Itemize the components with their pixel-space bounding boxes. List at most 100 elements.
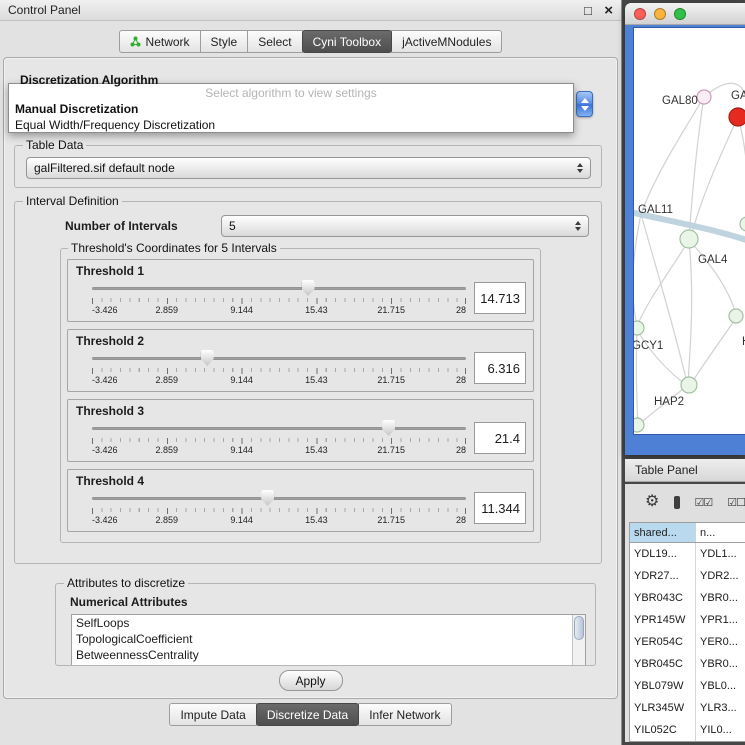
node-table: shared... n... YDL19...YDL1...YDR27...YD… [629,522,745,742]
tab-cyni-toolbox[interactable]: Cyni Toolbox [302,30,392,53]
network-node[interactable] [697,90,711,104]
zoom-traffic-light-icon[interactable] [674,8,686,20]
table-panel-title: Table Panel [635,463,698,477]
network-edge[interactable] [634,214,641,326]
network-edge[interactable] [691,117,738,238]
network-canvas[interactable]: GAL80GAGAL11GAL4GCY1HHAP2 [633,27,745,435]
threshold-box: Threshold 4-3.4262.8599.14415.4321.71528… [67,469,534,532]
network-node[interactable] [634,321,644,335]
list-scrollbar[interactable] [572,615,585,665]
combo-arrows-icon [577,163,583,173]
network-edge[interactable] [738,117,745,208]
clear-checkboxes-icon[interactable]: ☑☐ [727,496,745,509]
table-row[interactable]: YDR27...YDR2... [630,565,745,587]
slider-scale: -3.4262.8599.14415.4321.71528 [92,445,466,455]
algorithm-combo-stepper[interactable] [576,91,593,117]
columns-icon[interactable] [674,496,679,509]
threshold-value-field[interactable]: 11.344 [474,492,526,524]
threshold-slider[interactable]: -3.4262.8599.14415.4321.71528 [90,489,468,526]
threshold-value-field[interactable]: 6.316 [474,352,526,384]
table-header-row: shared... n... [630,523,745,543]
network-node[interactable] [729,309,743,323]
close-icon[interactable]: × [604,2,613,19]
tab-select[interactable]: Select [247,30,302,53]
slider-thumb[interactable] [302,280,315,296]
node-label: HAP2 [654,396,684,408]
network-edge[interactable] [689,240,736,314]
control-panel-titlebar: Control Panel □ × [0,0,621,21]
table-toolbar: ⚙ ☑☑ ☑☐ [625,484,745,520]
slider-track[interactable] [92,357,466,360]
numerical-attributes-list[interactable]: SelfLoopsTopologicalCoefficientBetweenne… [71,614,586,666]
network-node[interactable] [729,108,745,126]
attribute-list-item[interactable]: TopologicalCoefficient [72,631,585,647]
threshold-slider[interactable]: -3.4262.8599.14415.4321.71528 [90,349,468,386]
threshold-value-field[interactable]: 14.713 [474,282,526,314]
attributes-group: Attributes to discretize Numerical Attri… [55,576,596,666]
slider-track[interactable] [92,497,466,500]
tick-label: -3.426 [92,445,118,455]
dropdown-option-equal-width-frequency[interactable]: Equal Width/Frequency Discretization [9,117,573,133]
cell-shared-name: YBR045C [630,653,696,675]
table-row[interactable]: YER054CYER0... [630,631,745,653]
column-header-shared-name[interactable]: shared... [630,523,696,542]
table-row[interactable]: YIL052CYIL0... [630,719,745,741]
scrollbar-thumb[interactable] [574,616,584,640]
interval-definition-group: Interval Definition Number of Intervals … [14,194,602,564]
column-header-name[interactable]: n... [696,523,745,542]
number-of-intervals-combo[interactable]: 5 [221,215,589,237]
cell-shared-name: YBR043C [630,587,696,609]
tab-impute-data[interactable]: Impute Data [169,703,256,726]
network-node[interactable] [634,418,644,432]
float-window-icon[interactable]: □ [584,3,592,18]
network-edge[interactable] [641,97,704,214]
dropdown-option-manual-discretization[interactable]: Manual Discretization [9,101,573,117]
tick-label: 15.43 [305,515,328,525]
slider-thumb[interactable] [201,350,214,366]
tab-style[interactable]: Style [200,30,249,53]
slider-thumb[interactable] [382,420,395,436]
table-row[interactable]: YBR045CYBR0... [630,653,745,675]
tab-label: Select [258,35,291,49]
thresholds-group: Threshold's Coordinates for 5 Intervals … [60,241,541,543]
threshold-slider[interactable]: -3.4262.8599.14415.4321.71528 [90,279,468,316]
table-row[interactable]: YDL19...YDL1... [630,543,745,565]
gear-icon[interactable]: ⚙ [645,494,659,510]
network-edge[interactable] [691,318,736,384]
table-row[interactable]: YPR145WYPR1... [630,609,745,631]
tab-discretize-data[interactable]: Discretize Data [256,703,359,726]
cell-name: YIL0... [696,719,745,741]
tick-label: 28 [456,445,466,455]
cell-shared-name: YER054C [630,631,696,653]
tick-label: -3.426 [92,515,118,525]
table-row[interactable]: YLR345WYLR3... [630,697,745,719]
threshold-value-field[interactable]: 21.4 [474,422,526,454]
tick-label: -3.426 [92,305,118,315]
slider-track[interactable] [92,287,466,290]
apply-button[interactable]: Apply [279,670,343,691]
table-row[interactable]: YBL079WYBL0... [630,675,745,697]
network-edge[interactable] [637,330,686,385]
tab-jactivemnodules[interactable]: jActiveMNodules [391,30,502,53]
minimize-traffic-light-icon[interactable] [654,8,666,20]
table-row[interactable]: YBR043CYBR0... [630,587,745,609]
slider-track[interactable] [92,427,466,430]
close-traffic-light-icon[interactable] [634,8,646,20]
table-data-combo[interactable]: galFiltered.sif default node [26,157,591,179]
tab-label: Network [146,35,190,49]
network-node[interactable] [740,217,745,231]
threshold-label: Threshold 3 [76,404,528,418]
attribute-list-item[interactable]: SelfLoops [72,615,585,631]
slider-scale: -3.4262.8599.14415.4321.71528 [92,515,466,525]
tab-infer-network[interactable]: Infer Network [358,703,451,726]
attribute-list-item[interactable]: BetweennessCentrality [72,647,585,663]
select-all-checkboxes-icon[interactable]: ☑☑ [695,496,713,509]
tick-label: 9.144 [230,305,253,315]
tab-network[interactable]: Network [119,30,201,53]
network-node[interactable] [681,377,697,393]
network-node[interactable] [680,230,698,248]
network-edge[interactable] [688,240,692,383]
network-edge[interactable] [637,240,689,326]
threshold-slider[interactable]: -3.4262.8599.14415.4321.71528 [90,419,468,456]
slider-thumb[interactable] [261,490,274,506]
